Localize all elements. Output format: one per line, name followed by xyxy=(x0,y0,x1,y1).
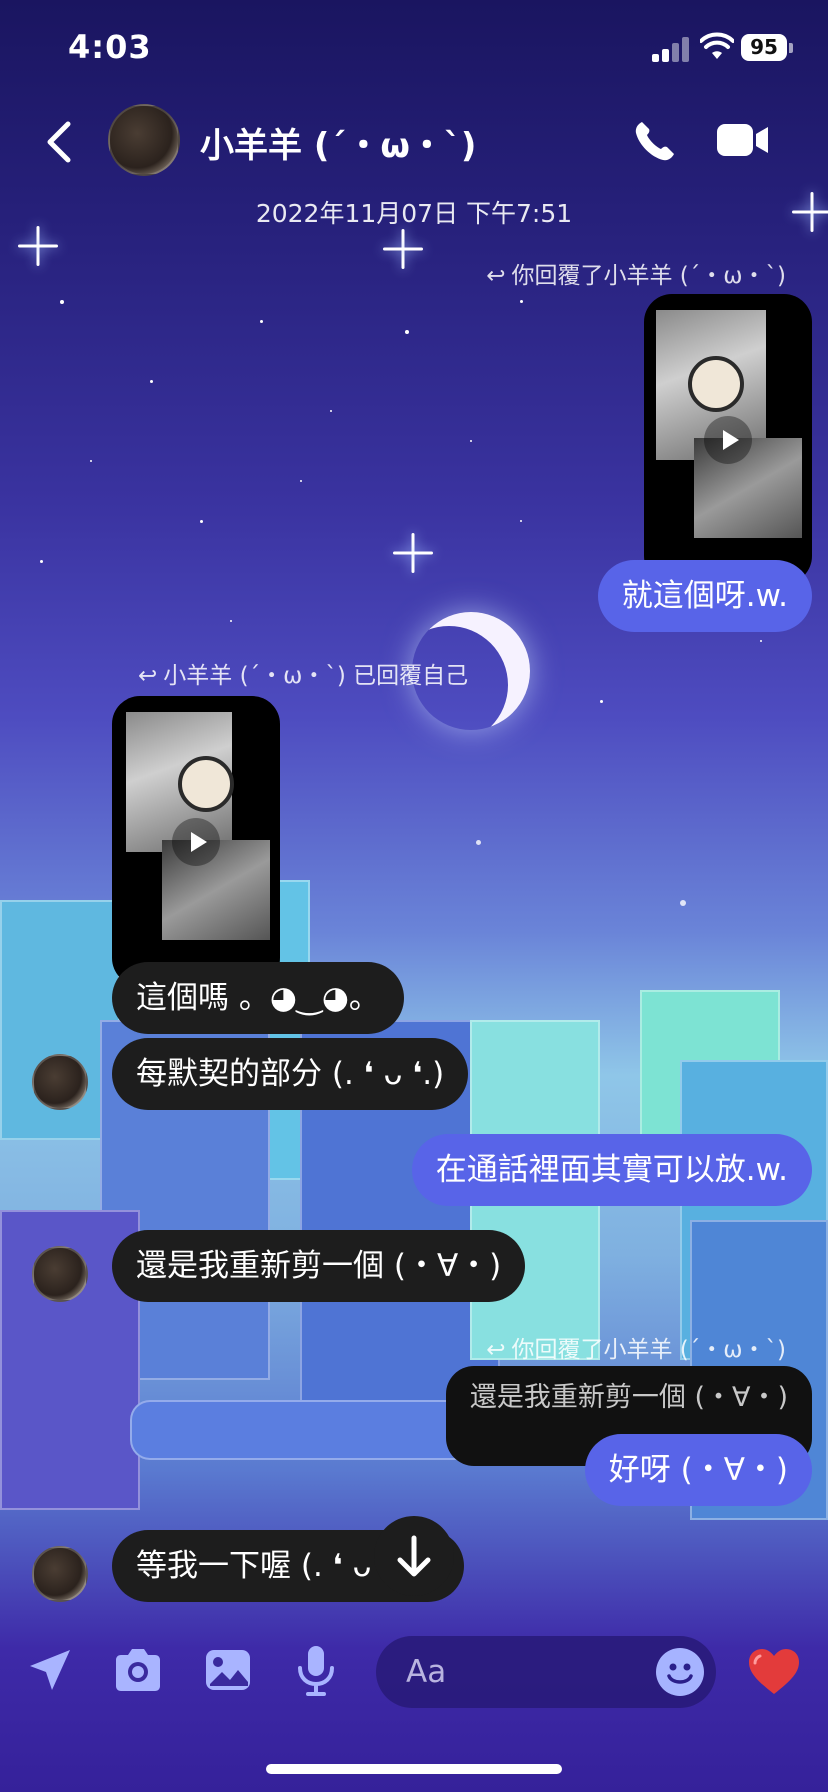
location-icon[interactable] xyxy=(24,1644,76,1696)
arrow-down-icon xyxy=(397,1535,431,1577)
status-bar: 4:03 95 xyxy=(0,0,828,100)
shared-video-thumbnail[interactable] xyxy=(644,294,812,584)
emoji-icon[interactable] xyxy=(656,1648,704,1696)
reply-icon: ↩ xyxy=(486,1337,506,1363)
phone-icon[interactable] xyxy=(632,118,678,164)
shared-video-thumbnail[interactable] xyxy=(112,696,280,986)
reply-context-label: ↩ 小羊羊 (´・ω・`) 已回覆自己 xyxy=(138,656,468,690)
message-input-container[interactable] xyxy=(376,1636,716,1708)
battery-indicator: 95 xyxy=(741,34,793,61)
reply-context-text: 你回覆了小羊羊 (´・ω・`) xyxy=(511,1337,786,1363)
sender-avatar[interactable] xyxy=(32,1546,88,1602)
contact-name[interactable]: 小羊羊 (´・ω・`) xyxy=(200,118,476,167)
scroll-to-bottom-button[interactable] xyxy=(374,1516,454,1596)
message-bubble-outgoing[interactable]: 在通話裡面其實可以放.w. xyxy=(411,1134,812,1206)
message-composer xyxy=(0,1620,828,1730)
conversation-timestamp: 2022年11月07日 下午7:51 xyxy=(255,199,573,228)
cellular-signal-icon xyxy=(652,36,692,62)
sender-avatar[interactable] xyxy=(32,1054,88,1110)
back-icon[interactable] xyxy=(40,116,80,168)
wifi-icon xyxy=(700,32,734,59)
reply-icon: ↩ xyxy=(486,263,506,289)
camera-icon[interactable] xyxy=(112,1644,164,1696)
message-bubble-outgoing[interactable]: 就這個呀.w. xyxy=(597,560,812,632)
chat-header: 小羊羊 (´・ω・`) xyxy=(0,100,828,200)
play-icon[interactable] xyxy=(704,416,752,464)
sender-avatar[interactable] xyxy=(32,1246,88,1302)
message-input[interactable] xyxy=(406,1650,626,1694)
heart-icon[interactable] xyxy=(746,1646,802,1698)
reply-context-label: ↩ 你回覆了小羊羊 (´・ω・`) xyxy=(486,256,786,290)
contact-avatar[interactable] xyxy=(108,104,180,176)
reply-context-label: ↩ 你回覆了小羊羊 (´・ω・`) xyxy=(486,1330,786,1364)
home-indicator[interactable] xyxy=(266,1764,562,1774)
message-bubble-incoming[interactable]: 這個嗎 。◕‿◕。 xyxy=(112,962,404,1034)
message-bubble-incoming[interactable]: 每默契的部分 (. ❛ ᴗ ❛.) xyxy=(112,1038,469,1110)
message-bubble-incoming[interactable]: 還是我重新剪一個 (・∀・) xyxy=(112,1230,526,1302)
gallery-icon[interactable] xyxy=(202,1644,254,1696)
reply-icon: ↩ xyxy=(138,663,158,689)
status-time: 4:03 xyxy=(68,28,152,66)
play-icon[interactable] xyxy=(172,818,220,866)
mic-icon[interactable] xyxy=(290,1644,342,1696)
reply-context-text: 你回覆了小羊羊 (´・ω・`) xyxy=(511,263,786,289)
reply-context-text: 小羊羊 (´・ω・`) 已回覆自己 xyxy=(163,663,469,689)
video-icon[interactable] xyxy=(716,122,770,158)
message-bubble-outgoing[interactable]: 好呀 (・∀・) xyxy=(584,1434,812,1506)
